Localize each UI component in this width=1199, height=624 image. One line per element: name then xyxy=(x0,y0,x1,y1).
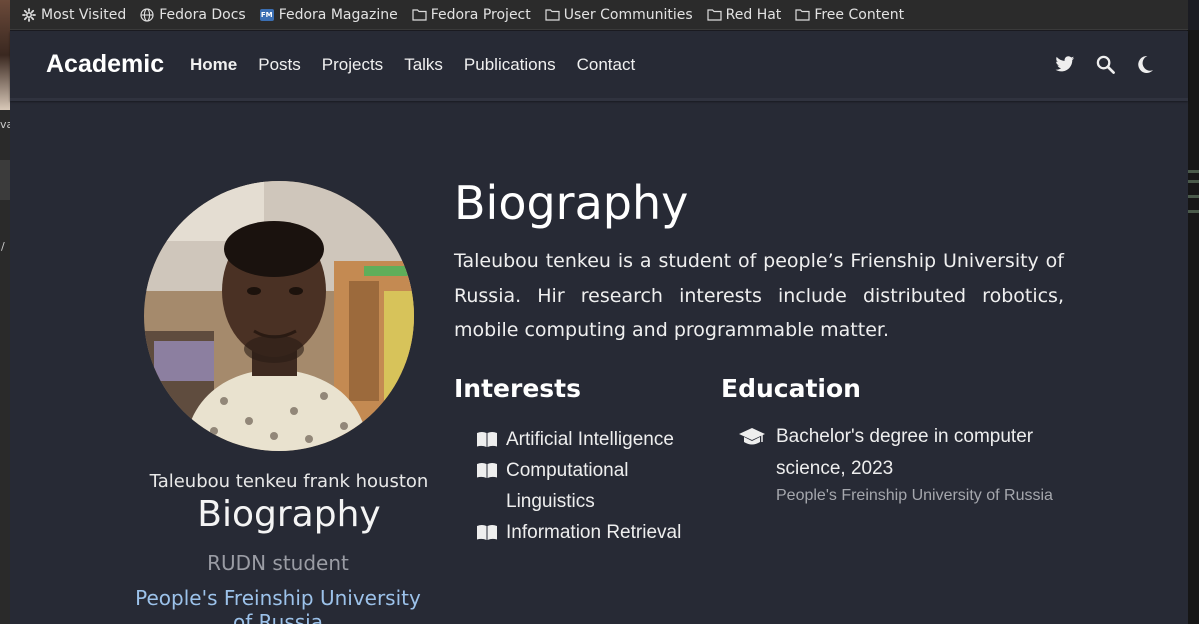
bookmark-label: User Communities xyxy=(563,6,693,23)
adjacent-decoration xyxy=(1187,180,1199,183)
biography-heading: Biography xyxy=(454,176,689,230)
adjacent-decoration xyxy=(1187,195,1199,198)
book-icon xyxy=(476,455,498,486)
bookmark-label: Most Visited xyxy=(41,6,127,23)
book-icon xyxy=(476,517,498,548)
profile-name: Taleubou tenkeu frank houston xyxy=(149,471,429,492)
nav-talks[interactable]: Talks xyxy=(404,55,443,75)
interest-label: Computational Linguistics xyxy=(506,460,629,512)
bookmark-fedora-magazine[interactable]: FM Fedora Magazine xyxy=(259,6,398,23)
nav-projects[interactable]: Projects xyxy=(322,55,383,75)
adjacent-photo xyxy=(0,0,10,110)
bookmark-user-communities[interactable]: User Communities xyxy=(545,7,693,23)
education-heading: Education xyxy=(721,374,861,403)
bookmark-red-hat[interactable]: Red Hat xyxy=(707,6,782,23)
moon-icon[interactable] xyxy=(1134,53,1156,75)
profile-organization-link[interactable]: People's Freinship University of Russia xyxy=(130,586,426,624)
globe-icon xyxy=(140,7,154,22)
gear-icon xyxy=(22,7,36,22)
interests-heading: Interests xyxy=(454,374,582,403)
bookmark-label: Fedora Project xyxy=(430,6,531,23)
bookmark-most-visited[interactable]: Most Visited xyxy=(22,7,126,23)
folder-icon xyxy=(545,8,560,22)
list-item: Information Retrieval xyxy=(476,517,706,548)
site-navbar: Academic Home Posts Projects Talks Publi… xyxy=(10,31,1188,101)
biography-text: Taleubou tenkeu is a student of people’s… xyxy=(454,250,1064,341)
education-institution: People's Freinship University of Russia xyxy=(776,487,1053,504)
bookmark-free-content[interactable]: Free Content xyxy=(795,7,904,23)
fedora-magazine-icon: FM xyxy=(259,8,274,21)
education-item: Bachelor's degree in computer science, 2… xyxy=(738,421,1058,507)
twitter-icon[interactable] xyxy=(1054,53,1076,75)
interest-label: Information Retrieval xyxy=(506,522,682,543)
profile-avatar xyxy=(144,181,414,451)
academic-website: Academic Home Posts Projects Talks Publi… xyxy=(10,31,1188,624)
bookmark-label: Fedora Docs xyxy=(159,6,246,23)
folder-icon xyxy=(795,8,810,22)
list-item: Artificial Intelligence xyxy=(476,424,706,455)
folder-icon xyxy=(412,8,427,22)
adjacent-text: / xyxy=(1,240,5,253)
graduation-cap-icon xyxy=(738,421,766,453)
search-icon[interactable] xyxy=(1094,53,1116,75)
nav-home[interactable]: Home xyxy=(190,55,237,75)
adjacent-decoration xyxy=(1187,170,1199,173)
bookmarks-toolbar: Most Visited Fedora Docs FM Fedora Magaz… xyxy=(10,0,1188,30)
book-icon xyxy=(476,424,498,455)
bookmark-fedora-project[interactable]: Fedora Project xyxy=(412,7,531,23)
interests-list: Artificial Intelligence Computational Li… xyxy=(476,424,706,548)
nav-posts[interactable]: Posts xyxy=(258,55,301,75)
bookmark-label: Free Content xyxy=(814,6,905,23)
bookmark-label: Red Hat xyxy=(725,6,782,23)
adjacent-window-strip-right xyxy=(1187,30,1199,624)
education-course: Bachelor's degree in computer science, 2… xyxy=(776,426,1034,479)
list-item: Computational Linguistics xyxy=(476,455,706,517)
interest-label: Artificial Intelligence xyxy=(506,429,674,450)
bookmark-label: Fedora Magazine xyxy=(278,6,398,23)
adjacent-divider xyxy=(0,160,10,200)
nav-contact[interactable]: Contact xyxy=(577,55,636,75)
nav-links: Home Posts Projects Talks Publications C… xyxy=(190,55,635,75)
adjacent-decoration xyxy=(1187,210,1199,213)
profile-role: RUDN student xyxy=(207,551,349,575)
education-details: Bachelor's degree in computer science, 2… xyxy=(776,421,1058,507)
profile-title: Biography xyxy=(197,494,381,535)
nav-publications[interactable]: Publications xyxy=(464,55,556,75)
nav-icons xyxy=(1054,53,1156,75)
adjacent-window-strip: va / xyxy=(0,0,13,624)
folder-icon xyxy=(707,8,722,22)
site-brand[interactable]: Academic xyxy=(46,50,164,79)
bookmark-fedora-docs[interactable]: Fedora Docs xyxy=(140,6,246,23)
